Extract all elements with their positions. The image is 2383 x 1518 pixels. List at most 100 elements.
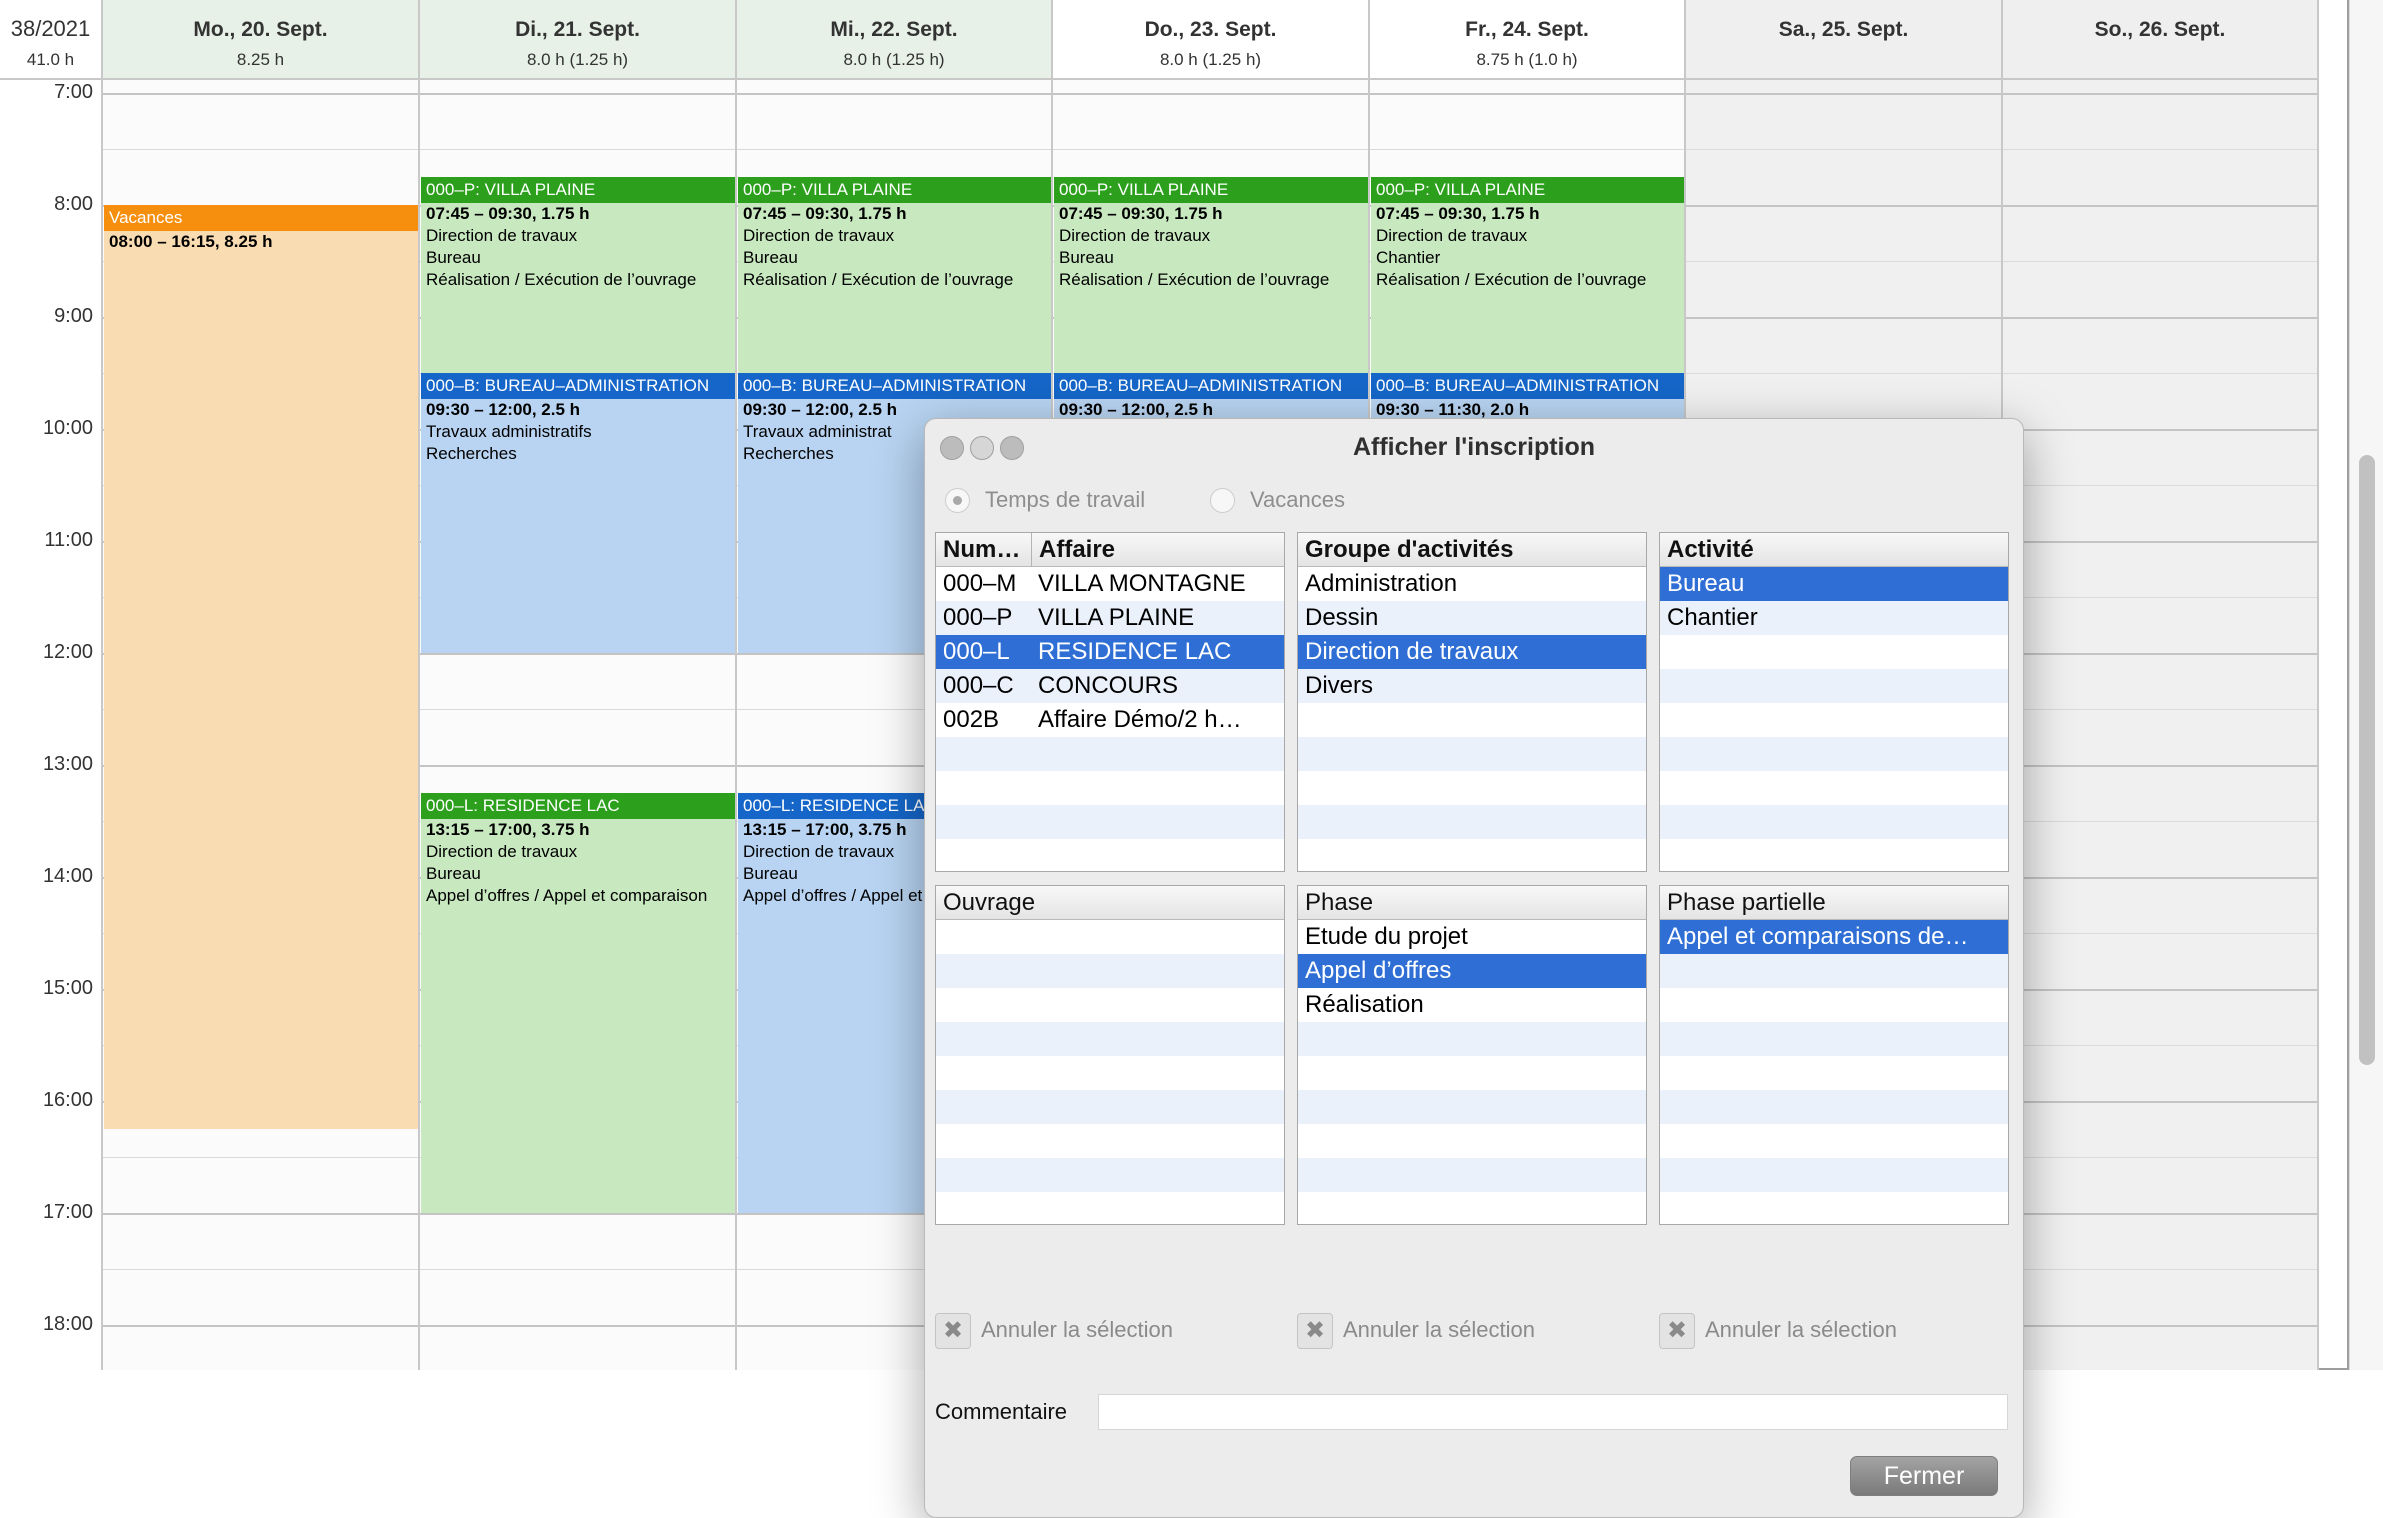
grid-line bbox=[2003, 653, 2317, 655]
affaire-list[interactable]: Num… Affaire 000–M VILLA MONTAGNE 000–P VIL… bbox=[935, 532, 1285, 872]
groupe-row[interactable]: Administration bbox=[1298, 567, 1646, 601]
phase-partielle-list[interactable]: Phase partielle Appel et comparaisons de… bbox=[1659, 885, 2009, 1225]
grid-line bbox=[1686, 93, 2001, 95]
clear-selection-button-activite[interactable]: ✖ Annuler la sélection bbox=[1659, 1311, 1959, 1351]
day-title: Do., 23. Sept. bbox=[1144, 18, 1277, 41]
column-header-groupe[interactable]: Groupe d'activités bbox=[1298, 533, 1646, 567]
day-header[interactable]: Do., 23. Sept. 8.0 h (1.25 h) bbox=[1053, 0, 1370, 80]
event-detail-line: Réalisation / Exécution de l’ouvrage bbox=[743, 270, 1014, 289]
calendar-event-000-p-villa-plaine[interactable]: 000–P: VILLA PLAINE 07:45 – 09:30, 1.75 h… bbox=[1371, 177, 1684, 373]
calendar-event-vacances[interactable]: Vacances 08:00 – 16:15, 8.25 h bbox=[104, 205, 418, 1129]
scrollbar-thumb[interactable] bbox=[2359, 455, 2375, 1065]
calendar-event-000-l-residence-lac[interactable]: 000–L: RESIDENCE LAC 13:15 – 17:00, 3.75 … bbox=[421, 793, 735, 1213]
day-hours: 8.25 h bbox=[236, 50, 285, 69]
grid-line bbox=[103, 1325, 418, 1327]
calendar-event-000-p-villa-plaine[interactable]: 000–P: VILLA PLAINE 07:45 – 09:30, 1.75 h… bbox=[421, 177, 735, 373]
radio-vacances[interactable]: Vacances bbox=[1210, 483, 1410, 517]
event-time: 07:45 – 09:30, 1.75 h bbox=[1376, 204, 1540, 223]
column-header-activite[interactable]: Activité bbox=[1660, 533, 2008, 567]
day-header[interactable]: Mi., 22. Sept. 8.0 h (1.25 h) bbox=[737, 0, 1053, 80]
ouvrage-list-header: Ouvrage bbox=[936, 886, 1284, 920]
comment-label: Commentaire bbox=[935, 1399, 1068, 1424]
event-time: 07:45 – 09:30, 1.75 h bbox=[426, 204, 590, 223]
phase-row[interactable]: Appel d’offres bbox=[1298, 954, 1646, 988]
close-button[interactable]: Fermer bbox=[1850, 1456, 1998, 1496]
grid-line bbox=[420, 1325, 735, 1327]
empty-row bbox=[1660, 1022, 2008, 1056]
clear-x-icon[interactable]: ✖ bbox=[935, 1313, 971, 1349]
time-label: 9:00 bbox=[54, 305, 93, 327]
activite-row[interactable]: Chantier bbox=[1660, 601, 2008, 635]
activite-row[interactable]: Bureau bbox=[1660, 567, 2008, 601]
day-title: Fr., 24. Sept. bbox=[1465, 18, 1589, 41]
column-header-ouvrage[interactable]: Ouvrage bbox=[936, 886, 1284, 920]
grid-line bbox=[2003, 205, 2317, 207]
clear-selection-button-groupe[interactable]: ✖ Annuler la sélection bbox=[1297, 1311, 1597, 1351]
event-title: 000–P: VILLA PLAINE bbox=[1054, 177, 1368, 203]
event-title: 000–L: RESIDENCE LAC bbox=[421, 793, 735, 819]
day-header[interactable]: Mo., 20. Sept. 8.25 h bbox=[103, 0, 420, 80]
phase-list[interactable]: Phase Etude du projet Appel d’offres Réali… bbox=[1297, 885, 1647, 1225]
radio-label: Vacances bbox=[1250, 487, 1345, 512]
phase-partielle-row[interactable]: Appel et comparaisons de… bbox=[1660, 920, 2008, 954]
event-detail-line: Bureau bbox=[426, 248, 481, 267]
grid-line bbox=[2003, 765, 2317, 767]
calendar-event-000-b-bureau-administration[interactable]: 000–B: BUREAU–ADMINISTRATION 09:30 – 12:0… bbox=[421, 373, 735, 653]
radio-button-icon[interactable] bbox=[945, 488, 970, 513]
event-title: 000–P: VILLA PLAINE bbox=[421, 177, 735, 203]
groupe-label: Dessin bbox=[1305, 604, 1379, 631]
event-title: 000–P: VILLA PLAINE bbox=[738, 177, 1051, 203]
grid-line bbox=[2003, 1213, 2317, 1215]
radio-temps-de-travail[interactable]: Temps de travail bbox=[945, 483, 1205, 517]
groupe-activites-list[interactable]: Groupe d'activités Administration Dessin D… bbox=[1297, 532, 1647, 872]
day-header[interactable]: Di., 21. Sept. 8.0 h (1.25 h) bbox=[420, 0, 737, 80]
groupe-row[interactable]: Direction de travaux bbox=[1298, 635, 1646, 669]
grid-line bbox=[1053, 149, 1368, 150]
calendar-event-000-p-villa-plaine[interactable]: 000–P: VILLA PLAINE 07:45 – 09:30, 1.75 h… bbox=[1054, 177, 1368, 373]
groupe-row[interactable]: Divers bbox=[1298, 669, 1646, 703]
day-hours: 8.0 h (1.25 h) bbox=[1159, 50, 1262, 69]
column-header-phase[interactable]: Phase bbox=[1298, 886, 1646, 920]
day-header[interactable]: So., 26. Sept. bbox=[2003, 0, 2319, 80]
affaire-row[interactable]: 000–C CONCOURS bbox=[936, 669, 1284, 703]
clear-x-icon[interactable]: ✖ bbox=[1659, 1313, 1695, 1349]
affaire-row[interactable]: 000–P VILLA PLAINE bbox=[936, 601, 1284, 635]
phase-partielle-list-header: Phase partielle bbox=[1660, 886, 2008, 920]
clear-selection-button-affaire[interactable]: ✖ Annuler la sélection bbox=[935, 1311, 1235, 1351]
radio-button-icon[interactable] bbox=[1210, 488, 1235, 513]
time-label: 10:00 bbox=[42, 417, 93, 439]
affaire-row[interactable]: 000–L RESIDENCE LAC bbox=[936, 635, 1284, 669]
column-header-num[interactable]: Num… bbox=[936, 533, 1031, 567]
day-column[interactable] bbox=[2003, 80, 2319, 1370]
affaire-row[interactable]: 000–M VILLA MONTAGNE bbox=[936, 567, 1284, 601]
event-body: 07:45 – 09:30, 1.75 h Direction de travau… bbox=[421, 203, 735, 291]
calendar-scrollbar[interactable] bbox=[2349, 0, 2383, 1370]
time-gutter: 7:00 8:00 9:00 10:00 11:00 12:00 13:00 14:00 15:… bbox=[0, 80, 103, 1370]
event-detail-line: Recherches bbox=[426, 444, 517, 463]
groupe-row[interactable]: Dessin bbox=[1298, 601, 1646, 635]
event-body: 07:45 – 09:30, 1.75 h Direction de travau… bbox=[738, 203, 1051, 291]
column-header-phase-partielle[interactable]: Phase partielle bbox=[1660, 886, 2008, 920]
activite-list[interactable]: Activité Bureau Chantier bbox=[1659, 532, 2009, 872]
calendar-event-000-p-villa-plaine[interactable]: 000–P: VILLA PLAINE 07:45 – 09:30, 1.75 h… bbox=[738, 177, 1051, 373]
activite-label: Bureau bbox=[1667, 570, 1745, 597]
clear-selection-label: Annuler la sélection bbox=[1705, 1317, 1898, 1342]
day-header[interactable]: Sa., 25. Sept. bbox=[1686, 0, 2003, 80]
time-label: 14:00 bbox=[42, 865, 93, 887]
column-header-affaire[interactable]: Affaire bbox=[1031, 533, 1284, 567]
affaire-row[interactable]: 002B Affaire Démo/2 h… bbox=[936, 703, 1284, 737]
empty-row bbox=[936, 920, 1284, 954]
event-body: 13:15 – 17:00, 3.75 h Direction de travau… bbox=[421, 819, 735, 907]
clear-x-icon[interactable]: ✖ bbox=[1297, 1313, 1333, 1349]
event-detail-line: Réalisation / Exécution de l’ouvrage bbox=[1059, 270, 1330, 289]
phase-row[interactable]: Etude du projet bbox=[1298, 920, 1646, 954]
time-label: 7:00 bbox=[54, 81, 93, 103]
empty-row bbox=[936, 988, 1284, 1022]
empty-row bbox=[1660, 805, 2008, 839]
phase-row[interactable]: Réalisation bbox=[1298, 988, 1646, 1022]
dialog-titlebar[interactable]: Afficher l'inscription bbox=[925, 419, 2023, 473]
day-header[interactable]: Fr., 24. Sept. 8.75 h (1.0 h) bbox=[1370, 0, 1686, 80]
comment-field[interactable] bbox=[1098, 1394, 2008, 1430]
grid-line bbox=[1370, 149, 1684, 150]
ouvrage-list[interactable]: Ouvrage bbox=[935, 885, 1285, 1225]
